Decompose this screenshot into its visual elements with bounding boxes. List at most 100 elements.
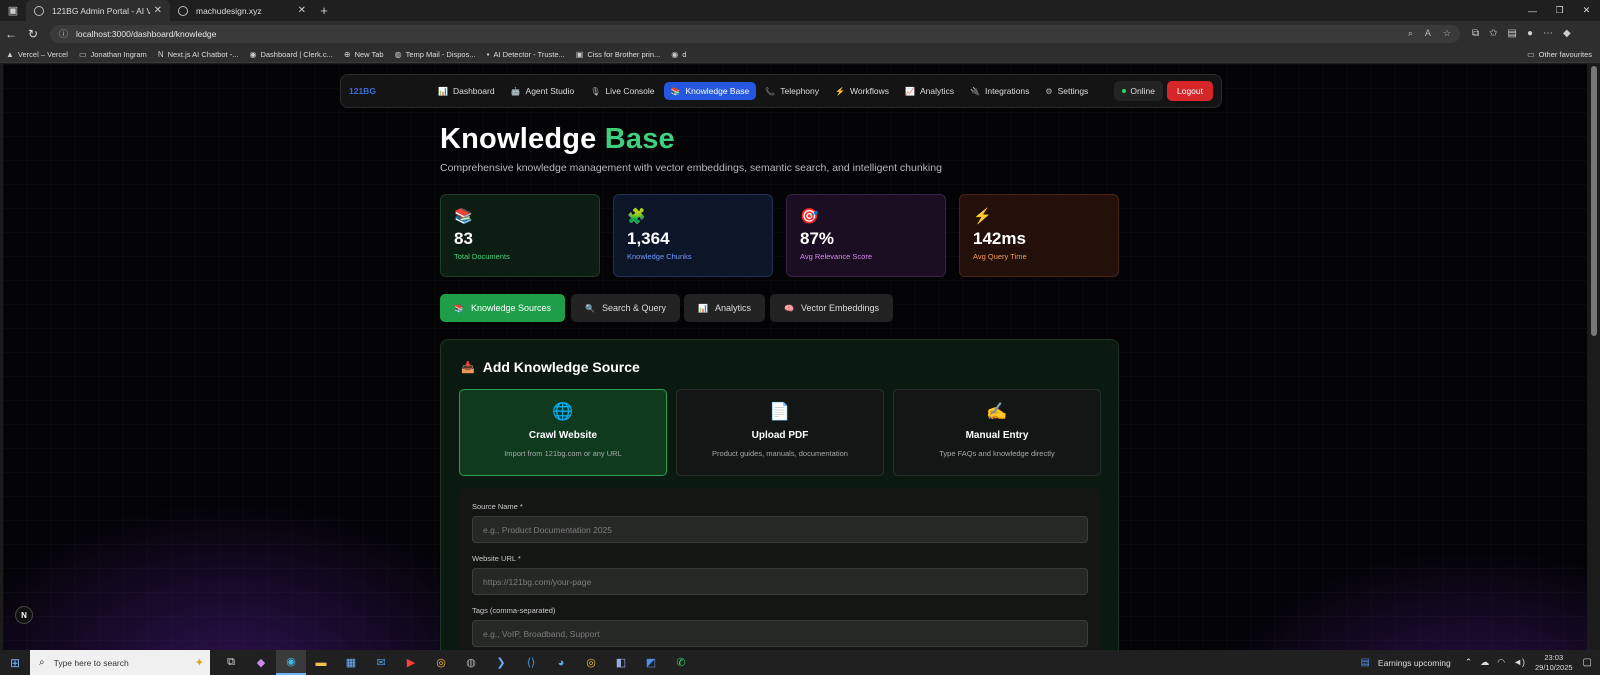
bookmark-item[interactable]: ▪ AI Detector - Truste... [487,50,565,59]
nav-item-live-console[interactable]: 🎙 Live Console [583,82,661,100]
clock-date: 29/10/2025 [1535,662,1573,672]
tab-search-query[interactable]: 🔍 Search & Query [571,294,680,322]
option-description: Type FAQs and knowledge directly [939,449,1055,458]
nav-item-knowledge-base[interactable]: 📚 Knowledge Base [663,82,757,100]
whatsapp-icon[interactable]: ✆ [666,650,696,675]
onedrive-icon[interactable]: ☁ [1480,657,1489,668]
logout-button[interactable]: Logout [1167,81,1213,101]
address-text: localhost:3000/dashboard/knowledge [76,28,217,39]
tab-knowledge-sources[interactable]: 📚 Knowledge Sources [440,294,566,322]
wifi-icon[interactable]: ◠ [1497,657,1505,668]
news-widget[interactable]: ▤ Earnings upcoming [1360,657,1450,668]
favorite-star-icon[interactable]: ☆ [1443,28,1451,39]
read-aloud-icon[interactable]: A [1425,28,1431,39]
books-icon: 📚 [454,208,473,225]
bookmark-label: Temp Mail - Dispos... [405,49,476,59]
split-screen-icon[interactable]: ⧉ [1472,28,1479,39]
copilot-icon[interactable]: ◆ [246,650,276,675]
tab-label: Analytics [714,303,751,313]
nav-item-dashboard[interactable]: 📊 Dashboard [431,82,502,100]
manual-entry-option[interactable]: ✍ Manual Entry Type FAQs and knowledge d… [893,389,1101,476]
bookmark-item[interactable]: ◉ Dashboard | Clerk.c... [249,50,332,59]
app-icon[interactable]: ◧ [606,650,636,675]
vscode-icon[interactable]: ⟨⟩ [516,650,546,675]
tab-label: Knowledge Sources [470,303,552,313]
bookmark-icon: N [157,49,164,59]
favorites-icon[interactable]: ✩ [1489,28,1497,39]
nav-label: Settings [1057,86,1089,96]
tab-favicon-icon [178,5,188,16]
scrollbar[interactable] [1591,66,1597,336]
bookmark-item[interactable]: ▲ Vercel – Vercel [6,50,68,59]
bookmark-item[interactable]: N Next.js AI Chatbot -... [158,50,239,59]
new-tab-button[interactable]: + [314,0,334,21]
address-bar[interactable]: ⓘ localhost:3000/dashboard/knowledge ⌕ A… [50,24,1460,43]
edge-icon[interactable]: ◉ [276,650,306,675]
notifications-icon[interactable]: ▢ [1583,657,1592,668]
windows-start-icon[interactable]: ⊞ [0,656,30,670]
browser-tab-active[interactable]: 121BG Admin Portal - AI Voice Ag ✕ [26,0,170,21]
bookmark-label: Vercel – Vercel [17,49,68,59]
app-icon[interactable]: ◩ [636,650,666,675]
app-icon[interactable]: ◍ [456,650,486,675]
bookmark-icon: ◍ [394,49,402,59]
stat-value: 142ms [973,229,1026,248]
target-icon: 🎯 [800,208,819,225]
nav-item-integrations[interactable]: 🔌 Integrations [963,82,1036,100]
page-title: Knowledge Base [440,123,675,156]
tab-vector-embeddings[interactable]: 🧠 Vector Embeddings [770,294,894,322]
back-icon[interactable]: ← [0,27,22,41]
bookmark-item[interactable]: ⊕ New Tab [344,50,384,59]
logo[interactable]: 121BG [349,86,431,96]
collections-icon[interactable]: ▤ [1508,28,1517,39]
file-explorer-icon[interactable]: ▬ [306,650,336,675]
bookmark-item[interactable]: ▣ Ciss for Brother prin... [576,50,661,59]
search-icon[interactable]: ⌕ [1408,28,1413,39]
refresh-icon[interactable]: ↻ [22,27,44,41]
title-accent: Base [604,123,675,155]
nav-item-agent-studio[interactable]: 🤖 Agent Studio [504,82,582,100]
taskbar-search[interactable]: ⌕ Type here to search ✦ [30,650,210,675]
more-icon[interactable]: ⋯ [1543,28,1553,39]
clock-time: 23:03 [1544,652,1564,662]
upload-pdf-option[interactable]: 📄 Upload PDF Product guides, manuals, do… [676,389,884,476]
puzzle-icon: 🧩 [627,208,646,225]
copilot-icon[interactable]: ◆ [1563,28,1571,39]
nav-item-settings[interactable]: ⚙ Settings [1038,82,1095,100]
site-info-icon[interactable]: ⓘ [59,27,68,40]
bookmark-item[interactable]: ◍ Temp Mail - Dispos... [395,50,476,59]
profile-icon[interactable]: ● [1527,28,1533,39]
chevron-up-icon[interactable]: ⌃ [1465,657,1473,668]
minimize-icon[interactable]: — [1519,0,1546,21]
other-favourites-label: Other favourites [1538,49,1592,59]
app-icon[interactable]: ◕ [546,650,576,675]
clock[interactable]: 23:03 29/10/2025 [1535,653,1573,673]
nav-item-workflows[interactable]: ⚡ Workflows [828,82,896,100]
website-url-input[interactable]: https://121bg.com/your-page [472,568,1088,595]
source-name-input[interactable]: e.g., Product Documentation 2025 [472,516,1088,543]
bookmark-item[interactable]: ◉ d [671,50,686,59]
task-view-icon[interactable]: ⧉ [216,650,246,675]
bookmark-item[interactable]: ▭ Jonathan Ingram [79,50,147,59]
volume-icon[interactable]: ◄) [1513,657,1525,668]
nav-item-telephony[interactable]: 📞 Telephony [758,82,826,100]
tags-input[interactable]: e.g., VoIP, Broadband, Support [472,620,1088,647]
search-highlight-icon: ✦ [194,657,204,669]
tab-actions-icon[interactable]: ▣ [0,0,26,21]
crawl-website-option[interactable]: 🌐 Crawl Website Import from 121bg.com or… [459,389,667,476]
close-tab-icon[interactable]: ✕ [298,5,306,16]
store-icon[interactable]: ▦ [336,650,366,675]
tab-analytics[interactable]: 📊 Analytics [684,294,765,322]
mail-icon[interactable]: ✉ [366,650,396,675]
chrome-icon[interactable]: ◎ [576,650,606,675]
close-tab-icon[interactable]: ✕ [154,5,162,16]
close-window-icon[interactable]: ✕ [1573,0,1600,21]
restore-icon[interactable]: ❐ [1546,0,1573,21]
other-favourites[interactable]: ▭ Other favourites [1527,50,1592,59]
nav-item-analytics[interactable]: 📈 Analytics [898,82,961,100]
chrome-icon[interactable]: ◎ [426,650,456,675]
nextjs-dev-indicator-icon[interactable]: N [15,606,33,624]
youtube-icon[interactable]: ▶ [396,650,426,675]
powershell-icon[interactable]: ❯ [486,650,516,675]
browser-tab[interactable]: machudesign.xyz ✕ [170,0,314,21]
